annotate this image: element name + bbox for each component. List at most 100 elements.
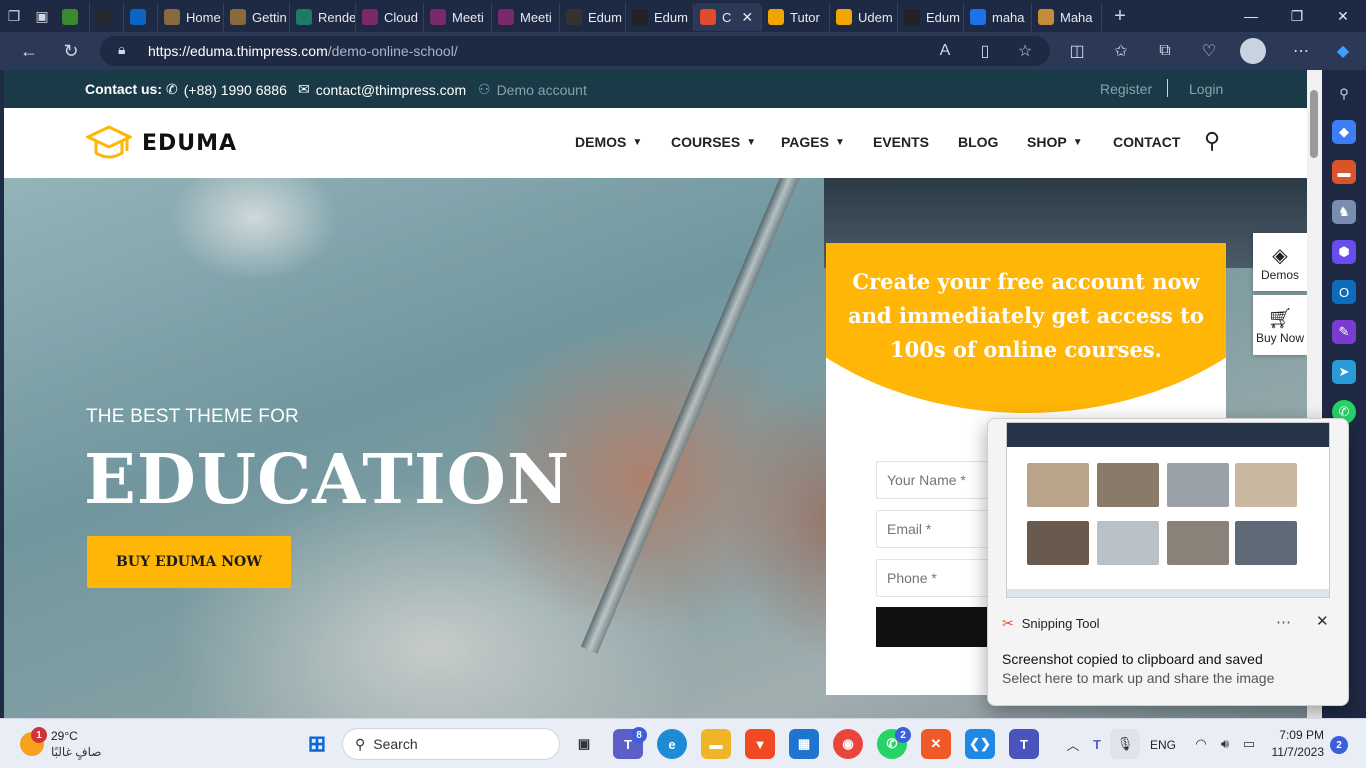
notification-more-icon[interactable]: ⋯ [1276,613,1291,631]
restore-icon[interactable]: ❐ [1274,0,1320,32]
notification-close-icon[interactable]: ✕ [1316,612,1329,630]
nav-pages[interactable]: PAGES ▼ [781,134,845,150]
close-window-icon[interactable]: ✕ [1320,0,1366,32]
float-demos-button[interactable]: ◈ Demos [1253,233,1307,291]
nav-courses[interactable]: COURSES ▼ [671,134,756,150]
teams-icon[interactable]: T [1009,729,1039,759]
language-indicator[interactable]: ENG [1150,738,1176,752]
browser-tab[interactable]: Gettin [224,3,290,31]
signup-heading: Create your free account now and immedia… [848,269,1204,362]
browser-tab[interactable]: Meeti [424,3,492,31]
search-icon[interactable]: ⚲ [1204,128,1220,154]
brave-icon[interactable]: ▼ [745,729,775,759]
browser-tab[interactable]: Maha [1032,3,1102,31]
start-icon[interactable]: ⊞ [302,729,332,759]
demo-account-link[interactable]: ⚇ Demo account [478,81,587,98]
split-screen-icon[interactable]: ◫ [1062,37,1092,65]
tray-teams-icon[interactable]: T [1082,729,1112,759]
screenshot-thumbnail[interactable] [1006,422,1330,598]
browser-tab[interactable]: Rende [290,3,356,31]
sidebar-shopping-icon[interactable]: ◆ [1332,120,1356,144]
login-link[interactable]: Login [1189,81,1223,97]
tab-favicon [904,9,920,25]
read-aloud-icon[interactable]: A [930,37,960,65]
sidebar-outlook-icon[interactable]: O [1332,280,1356,304]
sidebar-tools-icon[interactable]: ▬ [1332,160,1356,184]
tab-close-icon[interactable]: ✕ [741,9,753,26]
sidebar-search-icon[interactable]: ⚲ [1332,82,1356,106]
tab-favicon [970,9,986,25]
browser-tab[interactable]: Meeti [492,3,560,31]
browser-tab[interactable]: Edum [626,3,694,31]
nav-demos[interactable]: DEMOS ▼ [575,134,642,150]
register-link[interactable]: Register [1100,81,1152,97]
store-icon[interactable]: ▦ [789,729,819,759]
clock-date[interactable]: 11/7/2023 [1266,745,1325,759]
sidebar-m365-icon[interactable]: ⬢ [1332,240,1356,264]
taskbar-search[interactable]: ⚲ Search [342,728,560,760]
weather-temp[interactable]: 29°C [51,729,78,743]
workspaces-icon[interactable]: ❐ [0,0,28,32]
url-field[interactable]: https://eduma.thimpress.com/demo-online-… [100,36,1050,66]
nav-events[interactable]: EVENTS [873,134,929,150]
collections-icon[interactable]: ⧉ [1150,37,1180,65]
nav-blog[interactable]: BLOG [958,134,998,150]
browser-tab[interactable]: Edum [898,3,964,31]
tab-actions-icon[interactable]: ▣ [28,0,56,32]
new-tab-icon[interactable]: + [1106,0,1134,32]
tab-favicon [700,9,716,25]
lock-icon[interactable]: 🔒︎ [118,41,125,58]
task-view-icon[interactable]: ▣ [569,729,599,759]
nav-shop[interactable]: SHOP ▼ [1027,134,1083,150]
site-logo[interactable]: EDUMA [86,125,237,161]
mic-muted-icon[interactable]: 🎙︎ [1110,729,1140,759]
edge-icon[interactable]: e [657,729,687,759]
float-buy-button[interactable]: 🛒︎ Buy Now [1253,295,1307,355]
tab-label: Udem [858,9,893,25]
browser-tab[interactable]: Udem [830,3,898,31]
tab-label: Edum [926,9,960,25]
minimize-icon[interactable]: — [1228,0,1274,32]
url-path: /demo-online-school/ [327,43,458,59]
back-icon[interactable]: ← [14,37,44,65]
notification-body: Select here to mark up and share the ima… [1002,670,1275,686]
browser-tab[interactable] [90,3,124,31]
extensions-icon[interactable]: ♡ [1194,37,1224,65]
chrome-icon[interactable]: ◉ [833,729,863,759]
more-menu-icon[interactable]: ⋯ [1286,37,1316,65]
notification-count-badge[interactable]: 2 [1330,736,1348,754]
refresh-icon[interactable]: ↻ [56,37,86,65]
browser-tab[interactable] [56,3,90,31]
mail-icon: ✉ [298,81,310,97]
clock-time[interactable]: 7:09 PM [1270,728,1324,742]
nav-contact[interactable]: CONTACT [1113,134,1180,150]
immersive-reader-icon[interactable]: ▯ [970,37,1000,65]
tabs-list: Home Gettin Rende Cloud Meeti Meeti Edum Edum C ✕… [56,1,1102,31]
snipping-tool-notification[interactable]: ✂ Snipping Tool ⋯ ✕ Screenshot copied to… [987,418,1349,706]
xampp-icon[interactable]: ✕ [921,729,951,759]
scrollbar-thumb[interactable] [1310,90,1318,158]
buy-eduma-button[interactable]: BUY EDUMA NOW [87,536,291,588]
phone-link[interactable]: ✆ (+88) 1990 6886 [166,81,287,98]
battery-icon[interactable]: ▭ [1234,729,1264,759]
chevron-down-icon: ▼ [746,136,757,148]
email-link[interactable]: ✉ contact@thimpress.com [298,81,466,98]
browser-tab[interactable]: maha [964,3,1032,31]
tab-label: Tutor [790,9,820,25]
browser-tab[interactable] [124,3,158,31]
browser-tab[interactable]: Cloud [356,3,424,31]
profile-avatar[interactable] [1240,38,1266,64]
sidebar-designer-icon[interactable]: ✎ [1332,320,1356,344]
vscode-icon[interactable]: ❮❯ [965,729,995,759]
browser-tab[interactable]: C ✕ [694,3,762,31]
browser-tab[interactable]: Edum [560,3,626,31]
favorite-star-icon[interactable]: ☆ [1010,37,1040,65]
sidebar-telegram-icon[interactable]: ➤ [1332,360,1356,384]
favorites-icon[interactable]: ✩ [1106,37,1136,65]
browser-tab[interactable]: Home [158,3,224,31]
file-explorer-icon[interactable]: ▬ [701,729,731,759]
sidebar-games-icon[interactable]: ♞ [1332,200,1356,224]
copilot-icon[interactable]: ◆ [1328,37,1358,65]
browser-tab[interactable]: Tutor [762,3,830,31]
cart-icon: 🛒︎ [1267,307,1293,330]
